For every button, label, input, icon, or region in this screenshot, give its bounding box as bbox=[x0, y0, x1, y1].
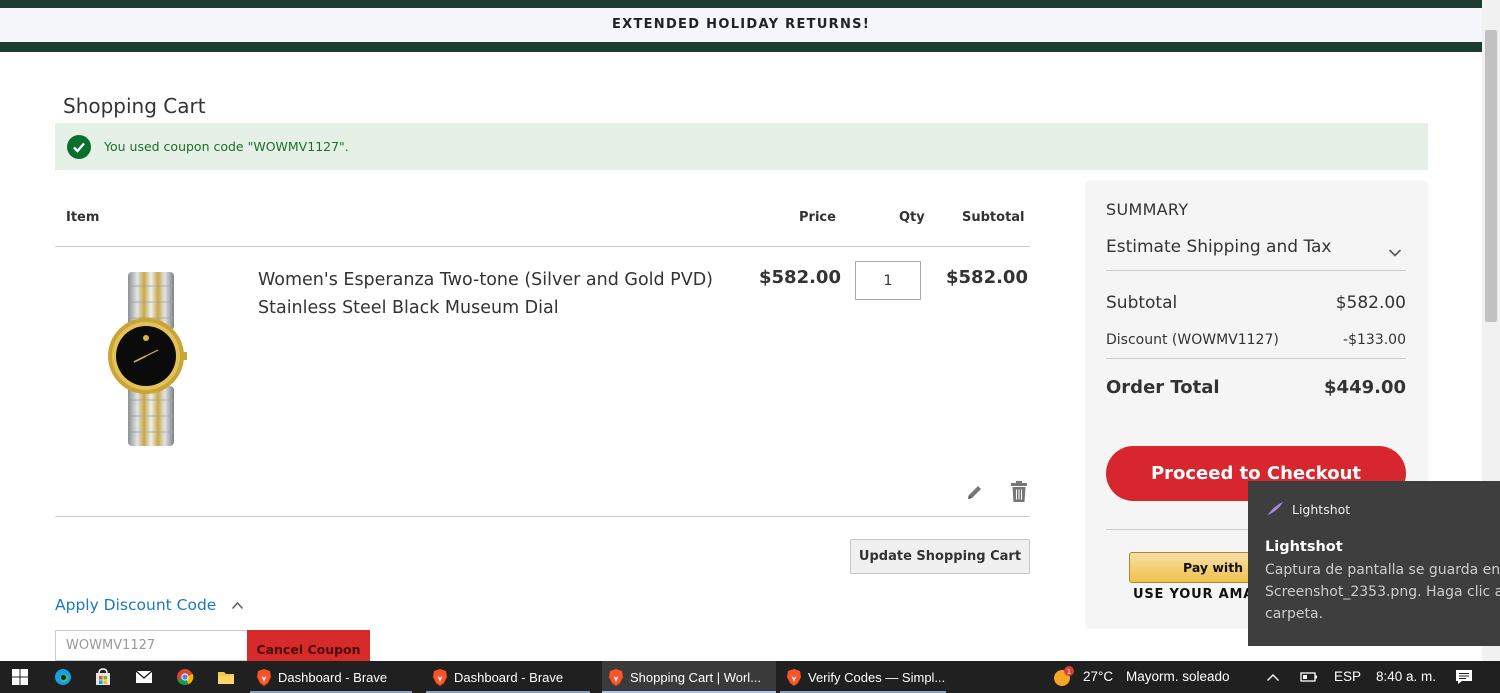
pencil-edit-icon[interactable] bbox=[965, 482, 985, 502]
summary-total-row: Order Total $449.00 bbox=[1106, 377, 1406, 398]
coupon-success-text: You used coupon code "WOWMV1127". bbox=[104, 139, 349, 154]
language-indicator[interactable]: ESP bbox=[1334, 661, 1361, 693]
taskbar-task-label: Shopping Cart | Worl... bbox=[630, 669, 762, 685]
cancel-coupon-button[interactable]: Cancel Coupon bbox=[247, 630, 370, 661]
brave-icon bbox=[433, 668, 447, 686]
lightshot-notification[interactable]: Lightshot Lightshot Captura de pantalla … bbox=[1248, 481, 1500, 646]
summary-discount-row: Discount (WOWMV1127) -$133.00 bbox=[1106, 332, 1406, 348]
subtotal-value: $582.00 bbox=[1335, 293, 1406, 313]
weather-sun-icon[interactable]: 1 bbox=[1050, 661, 1076, 693]
edge-browser-icon[interactable] bbox=[50, 661, 76, 693]
feather-icon bbox=[1266, 501, 1284, 521]
windows-taskbar: Dashboard - Brave Dashboard - Brave Shop… bbox=[0, 661, 1500, 693]
cart-bottom-divider bbox=[55, 516, 1030, 517]
subtotal-label: Subtotal bbox=[1106, 293, 1178, 313]
battery-icon[interactable] bbox=[1297, 661, 1321, 693]
coupon-success-message: You used coupon code "WOWMV1127". bbox=[55, 123, 1428, 170]
chrome-icon[interactable] bbox=[172, 661, 198, 693]
column-header-price: Price bbox=[799, 210, 836, 225]
notification-body: Captura de pantalla se guarda en Screens… bbox=[1265, 562, 1500, 622]
chevron-up-tray-icon[interactable] bbox=[1262, 661, 1284, 693]
column-header-qty: Qty bbox=[899, 210, 925, 225]
discount-value: -$133.00 bbox=[1343, 332, 1406, 348]
column-header-subtotal: Subtotal bbox=[962, 210, 1025, 225]
estimate-shipping-toggle[interactable]: Estimate Shipping and Tax bbox=[1106, 237, 1406, 271]
brave-icon bbox=[257, 668, 271, 686]
discount-label: Discount (WOWMV1127) bbox=[1106, 332, 1279, 348]
update-cart-button[interactable]: Update Shopping Cart bbox=[850, 539, 1030, 574]
notification-app-name: Lightshot bbox=[1292, 502, 1351, 517]
trash-delete-icon[interactable] bbox=[1010, 481, 1030, 503]
notification-title: Lightshot bbox=[1265, 539, 1343, 555]
summary-subtotal-row: Subtotal $582.00 bbox=[1106, 293, 1406, 313]
weather-temperature[interactable]: 27°C bbox=[1083, 661, 1113, 693]
taskbar-task-label: Dashboard - Brave bbox=[454, 669, 564, 685]
weather-badge: 1 bbox=[1067, 668, 1071, 676]
page-title: Shopping Cart bbox=[63, 94, 206, 118]
promo-banner-text: EXTENDED HOLIDAY RETURNS! bbox=[611, 17, 871, 32]
brave-icon bbox=[609, 668, 623, 686]
apply-discount-toggle[interactable]: Apply Discount Code bbox=[55, 596, 244, 614]
taskbar-task-label: Verify Codes — Simpl... bbox=[808, 669, 946, 685]
header-green-bar bbox=[0, 42, 1482, 52]
file-explorer-icon[interactable] bbox=[213, 661, 239, 693]
table-header-divider bbox=[55, 246, 1030, 247]
item-subtotal: $582.00 bbox=[946, 267, 1028, 288]
product-name-link[interactable]: Women's Esperanza Two-tone (Silver and G… bbox=[258, 266, 728, 322]
taskbar-task-label: Dashboard - Brave bbox=[278, 669, 388, 685]
taskbar-task-shopping-cart[interactable]: Shopping Cart | Worl... bbox=[602, 661, 776, 693]
check-circle-icon bbox=[67, 134, 91, 159]
estimate-shipping-label: Estimate Shipping and Tax bbox=[1106, 237, 1332, 257]
discount-code-input[interactable] bbox=[55, 630, 248, 661]
order-total-label: Order Total bbox=[1106, 377, 1220, 398]
order-total-value: $449.00 bbox=[1324, 377, 1406, 398]
product-image-watch[interactable] bbox=[100, 268, 190, 450]
apply-discount-label: Apply Discount Code bbox=[55, 596, 217, 614]
scrollbar-thumb[interactable] bbox=[1485, 30, 1497, 322]
mail-icon[interactable] bbox=[131, 661, 157, 693]
promo-banner[interactable]: EXTENDED HOLIDAY RETURNS! bbox=[0, 8, 1482, 42]
amazon-pay-caption: USE YOUR AMAZ bbox=[1133, 587, 1265, 602]
chevron-down-icon bbox=[1388, 243, 1402, 263]
weather-description[interactable]: Mayorm. soleado bbox=[1126, 661, 1230, 693]
windows-start-icon[interactable] bbox=[8, 661, 32, 693]
store-icon[interactable] bbox=[90, 661, 116, 693]
notification-center-icon[interactable] bbox=[1452, 661, 1476, 693]
taskbar-task-dashboard-2[interactable]: Dashboard - Brave bbox=[426, 661, 596, 693]
top-strip bbox=[0, 0, 1482, 8]
taskbar-task-dashboard-1[interactable]: Dashboard - Brave bbox=[250, 661, 418, 693]
brave-icon bbox=[787, 668, 801, 686]
chevron-up-icon bbox=[231, 596, 244, 614]
column-header-item: Item bbox=[66, 210, 100, 225]
taskbar-task-verify-codes[interactable]: Verify Codes — Simpl... bbox=[780, 661, 952, 693]
summary-title: SUMMARY bbox=[1106, 200, 1189, 219]
summary-divider bbox=[1106, 358, 1406, 359]
quantity-input[interactable] bbox=[855, 261, 921, 300]
item-price: $582.00 bbox=[759, 267, 841, 288]
page: EXTENDED HOLIDAY RETURNS! Shopping Cart … bbox=[0, 0, 1500, 693]
system-clock[interactable]: 8:40 a. m. bbox=[1376, 661, 1436, 693]
